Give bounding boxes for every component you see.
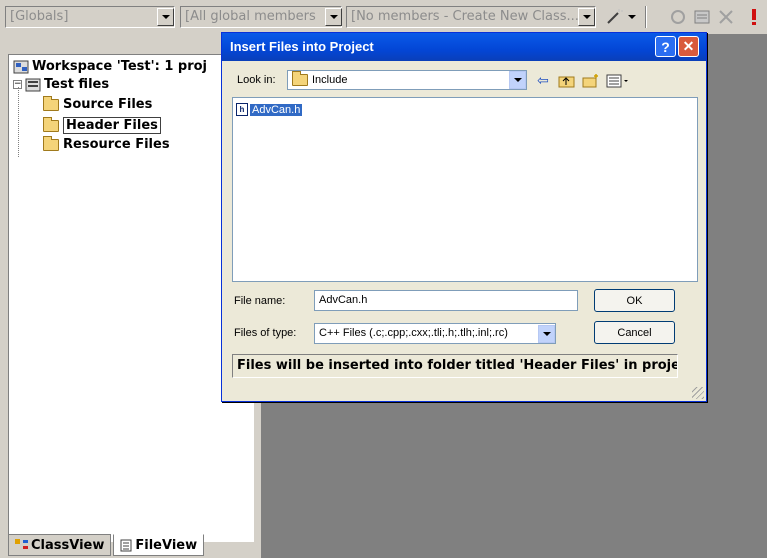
up-folder-icon[interactable] [558, 73, 576, 89]
insert-files-dialog: Insert Files into Project ? ✕ Look in: I… [221, 32, 707, 402]
folder-icon [43, 116, 59, 132]
class-combo-text: [No members - Create New Class...] [351, 9, 579, 24]
workspace-icon [13, 60, 29, 73]
wizard-wand-icon[interactable] [604, 7, 624, 27]
project-node[interactable]: − Test files [13, 77, 109, 92]
new-folder-icon[interactable] [582, 73, 600, 89]
folder-icon [43, 135, 59, 151]
compile-icon[interactable] [668, 7, 688, 27]
folder-icon [292, 71, 308, 86]
tree-folder-source[interactable]: Source Files [43, 95, 153, 112]
members-combo[interactable]: [All global members [180, 6, 342, 28]
file-name-input[interactable]: AdvCan.h [314, 290, 578, 311]
status-text: Files will be inserted into folder title… [237, 358, 678, 373]
file-item[interactable]: h AdvCan.h [236, 103, 303, 116]
workspace-tabs: ClassView FileView [8, 534, 206, 556]
status-message: Files will be inserted into folder title… [232, 354, 678, 378]
look-in-value: Include [312, 74, 348, 86]
project-label: Test files [44, 77, 110, 92]
workspace-tree: Workspace 'Test': 1 proj − Test files So… [8, 54, 254, 542]
workspace-root[interactable]: Workspace 'Test': 1 proj [13, 59, 207, 74]
files-of-type-dropdown-button[interactable] [538, 325, 555, 343]
workspace-title: Workspace 'Test': 1 proj [32, 59, 207, 74]
tab-fileview[interactable]: FileView [113, 534, 205, 556]
toolbar-separator [645, 6, 647, 28]
execute-icon[interactable] [744, 7, 764, 27]
view-menu-icon[interactable] [606, 73, 632, 89]
file-name-label: File name: [234, 295, 286, 307]
build-icon[interactable] [692, 7, 712, 27]
folder-label: Resource Files [63, 137, 170, 152]
members-dropdown-button[interactable] [325, 8, 342, 26]
tab-label: FileView [135, 537, 198, 553]
folder-label: Source Files [63, 97, 153, 112]
chevron-down-icon [161, 15, 170, 19]
tree-folder-header[interactable]: Header Files [43, 116, 161, 134]
file-list[interactable]: h AdvCan.h [232, 97, 698, 282]
ok-button[interactable]: OK [594, 289, 675, 312]
chevron-down-icon [513, 78, 522, 82]
fileview-icon [120, 539, 132, 551]
tab-classview[interactable]: ClassView [8, 534, 112, 556]
chevron-down-icon [542, 332, 551, 336]
folder-label-selected: Header Files [63, 117, 161, 134]
cancel-button[interactable]: Cancel [594, 321, 675, 344]
ok-button-label: OK [626, 294, 643, 307]
tree-connector [18, 87, 19, 157]
close-button[interactable]: ✕ [678, 36, 699, 57]
back-arrow-icon[interactable]: ⇦ [537, 73, 549, 89]
dialog-title: Insert Files into Project [230, 39, 374, 54]
stop-build-icon[interactable] [716, 7, 736, 27]
chevron-down-icon [628, 15, 636, 19]
resize-grip-icon[interactable] [692, 387, 704, 399]
look-in-label: Look in: [237, 74, 276, 86]
files-of-type-value: C++ Files (.c;.cpp;.cxx;.tli;.h;.tlh;.in… [319, 327, 508, 339]
members-combo-text: [All global members [185, 9, 316, 24]
class-dropdown-button[interactable] [578, 8, 595, 26]
folder-icon [43, 95, 59, 111]
toolbar: [Globals] [All global members [No member… [0, 0, 767, 34]
file-item-label: AdvCan.h [250, 103, 303, 116]
class-combo[interactable]: [No members - Create New Class...] [346, 6, 596, 28]
close-icon: ✕ [682, 38, 695, 54]
tab-label: ClassView [31, 537, 105, 553]
files-of-type-label: Files of type: [234, 327, 297, 339]
help-icon: ? [661, 38, 670, 55]
chevron-down-icon [582, 15, 591, 19]
globals-combo-text: [Globals] [10, 9, 69, 24]
files-of-type-dropdown[interactable]: C++ Files (.c;.cpp;.cxx;.tli;.h;.tlh;.in… [314, 323, 556, 344]
globals-combo[interactable]: [Globals] [5, 6, 175, 28]
file-name-value: AdvCan.h [319, 294, 368, 306]
help-button[interactable]: ? [655, 36, 676, 57]
globals-dropdown-button[interactable] [157, 8, 174, 26]
wizard-dropdown-button[interactable] [626, 8, 638, 26]
project-icon [25, 78, 41, 91]
chevron-down-icon [329, 15, 338, 19]
look-in-dropdown[interactable]: Include [287, 70, 527, 90]
classview-icon [15, 539, 28, 549]
dialog-titlebar[interactable]: Insert Files into Project [222, 33, 706, 61]
tree-folder-resource[interactable]: Resource Files [43, 135, 170, 152]
header-file-icon: h [236, 103, 248, 116]
look-in-dropdown-button[interactable] [509, 71, 526, 89]
cancel-button-label: Cancel [617, 326, 652, 339]
